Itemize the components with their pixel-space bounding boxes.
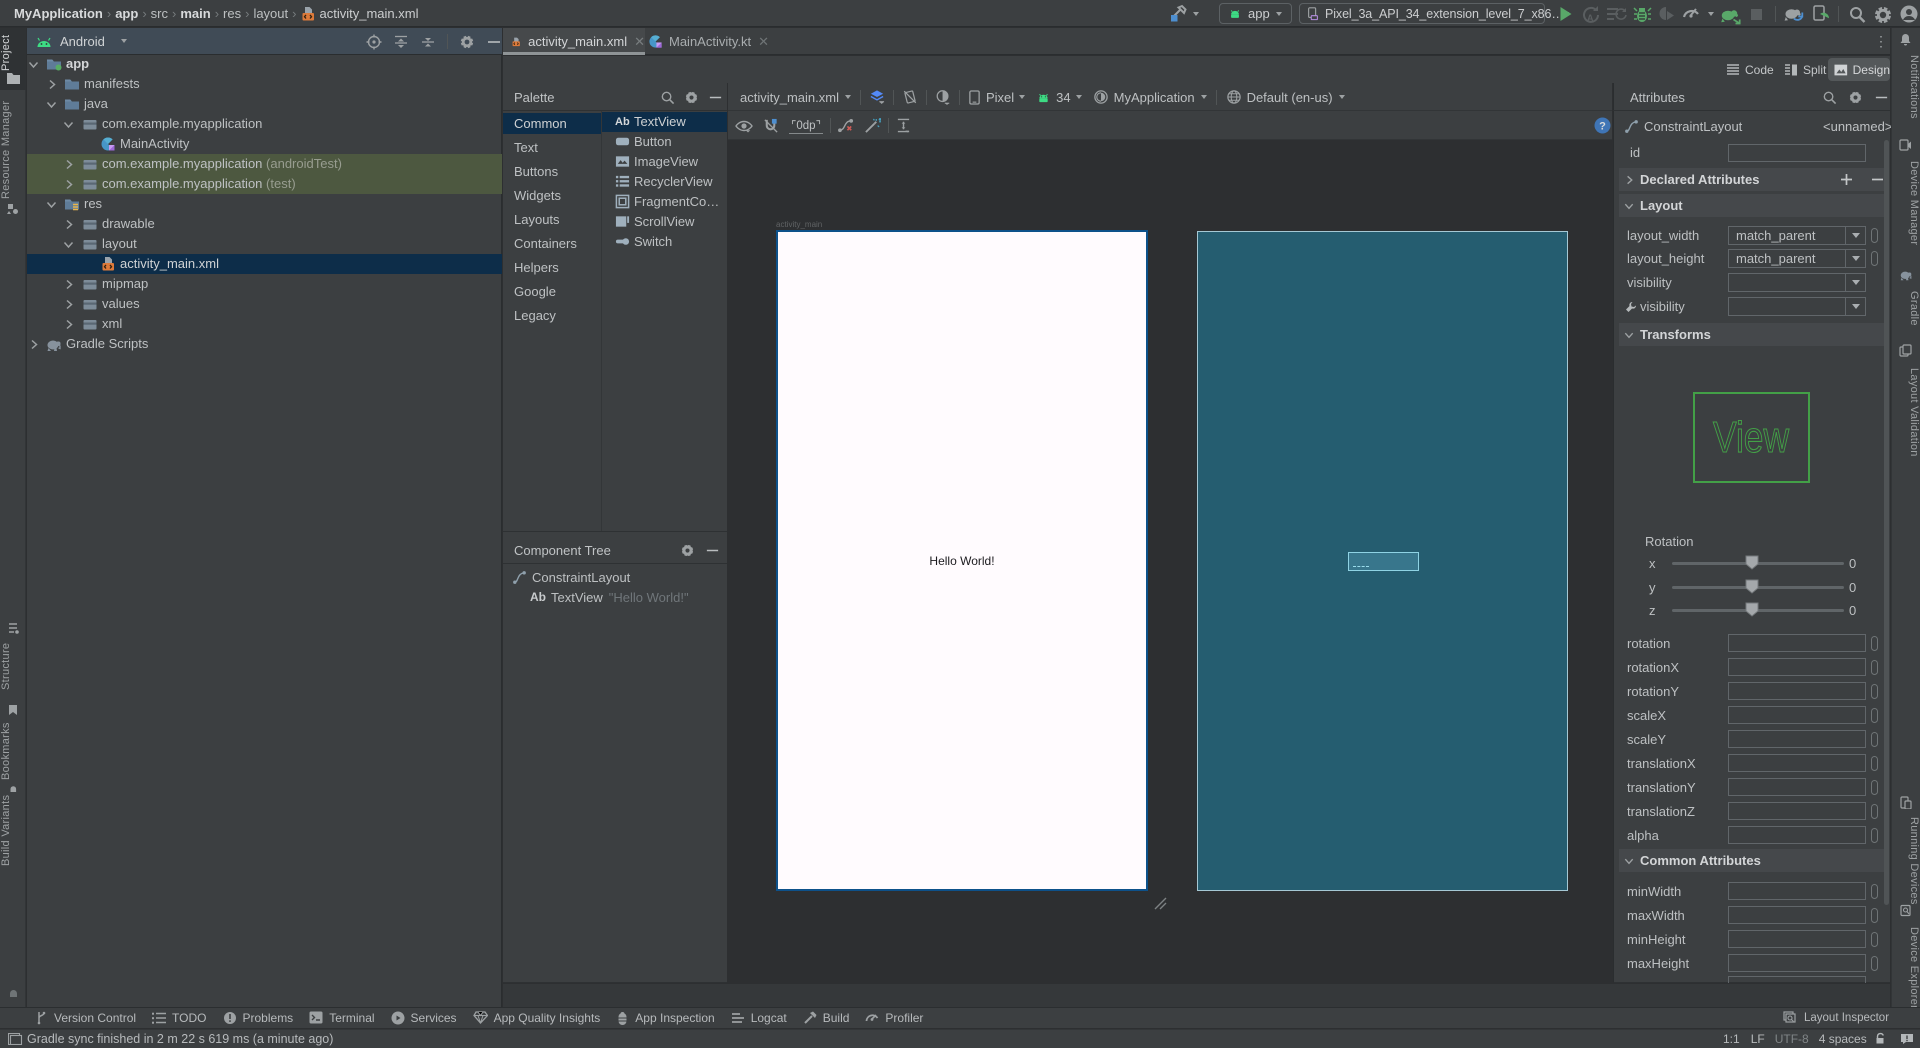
svg-text:?: ? [1599,121,1606,133]
svg-text:View: View [1713,413,1789,462]
svg-text:A: A [1587,13,1594,23]
